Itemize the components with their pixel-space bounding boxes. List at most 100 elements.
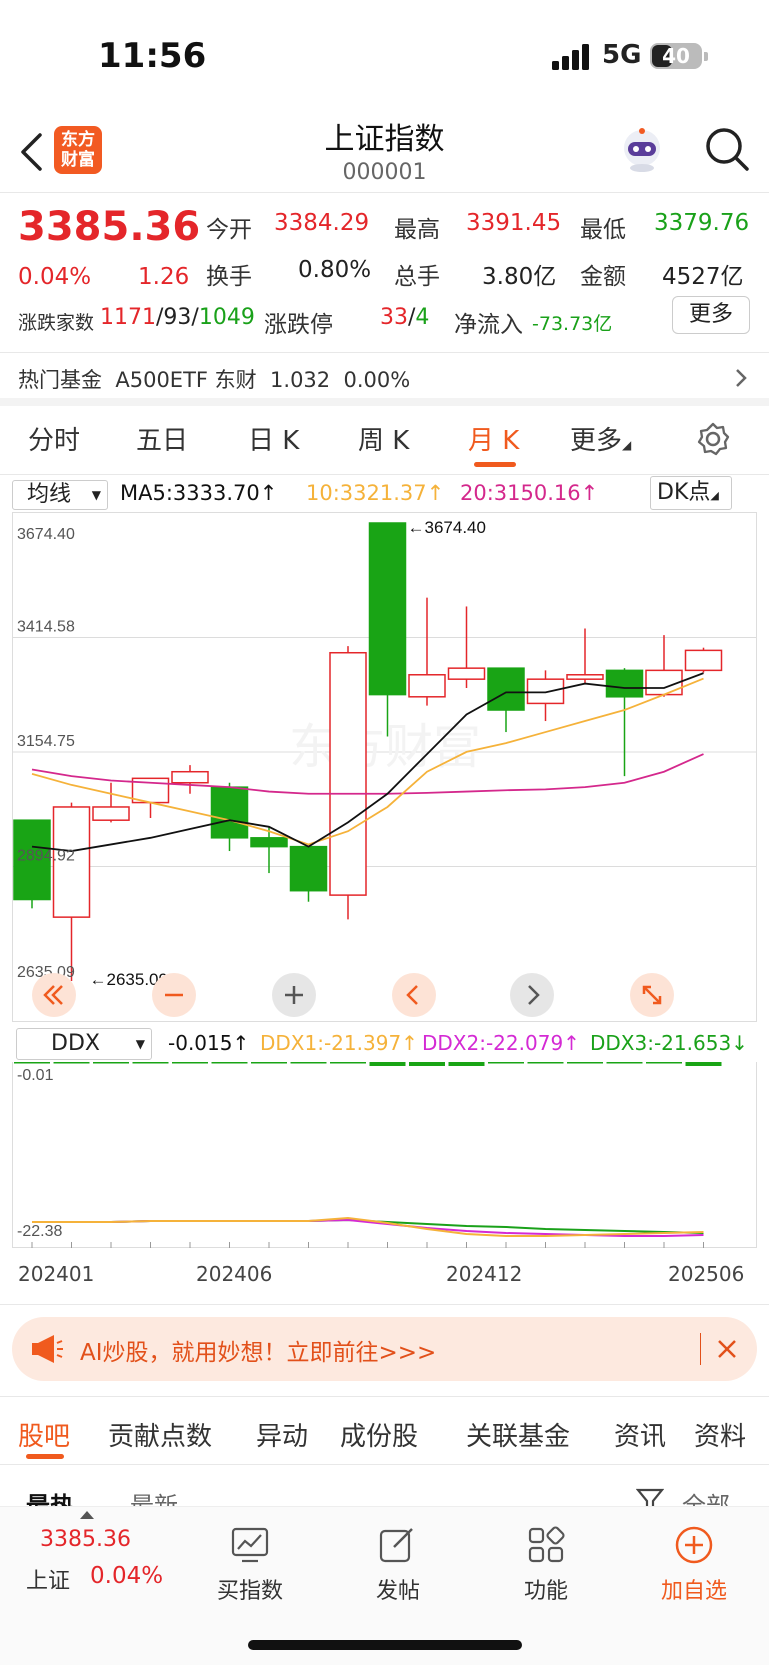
limit-label: 涨跌停 — [264, 312, 333, 338]
hot-fund-row[interactable]: 热门基金 A500ETF 东财 1.032 0.00% — [18, 364, 410, 394]
ma20-value: 20:3150.16↑ — [460, 481, 599, 505]
ddx-bar — [488, 1062, 524, 1064]
y-tick-label: 3414.58 — [17, 618, 75, 635]
header: 东方 财富 上证指数 000001 — [0, 110, 769, 192]
ai-promo-banner[interactable]: AI炒股，就用妙想！立即前往>>> — [12, 1317, 757, 1381]
tab-related-funds[interactable]: 关联基金 — [466, 1416, 570, 1453]
battery-icon: 40 — [650, 43, 702, 69]
status-bar: 11:56 5G 40 — [0, 0, 769, 110]
ddx2-value: DDX2:-22.079↑ — [422, 1031, 580, 1055]
ddx-bar — [409, 1062, 445, 1066]
candle-body — [526, 678, 565, 705]
tab-constituents[interactable]: 成份股 — [340, 1416, 418, 1453]
banner-text: AI炒股，就用妙想！立即前往>>> — [80, 1340, 437, 1366]
y-tick-label: 2894.92 — [17, 847, 75, 864]
candle-body — [210, 786, 249, 839]
candle-body — [250, 837, 288, 848]
zoom-in-button[interactable] — [272, 973, 316, 1017]
ddx1-value: DDX1:-21.397↑ — [260, 1031, 418, 1055]
tab-profile[interactable]: 资料 — [694, 1416, 746, 1453]
candle-body — [368, 522, 407, 696]
more-button[interactable]: 更多 — [672, 296, 750, 334]
caret-up-icon — [80, 1511, 94, 1519]
chevron-left-icon — [406, 985, 418, 1005]
ma10-value: 10:3321.37↑ — [306, 481, 445, 505]
tab-five-day[interactable]: 五日 — [136, 420, 188, 457]
expand-icon — [642, 985, 662, 1005]
zoom-out-button[interactable] — [152, 973, 196, 1017]
ddx-svg: -0.01 -22.38 — [14, 1062, 722, 1248]
candle-body — [92, 806, 130, 821]
tab-more[interactable]: 更多◢ — [570, 420, 631, 457]
megaphone-icon — [32, 1335, 63, 1363]
plus-icon — [285, 986, 303, 1004]
ddx-chart[interactable]: -0.01 -22.38 — [12, 1062, 757, 1248]
double-chevron-left-icon — [43, 985, 63, 1005]
ddx-bar — [211, 1062, 248, 1064]
tab-guba[interactable]: 股吧 — [18, 1416, 70, 1453]
tab-monthly-k[interactable]: 月 K — [468, 420, 519, 457]
change-pct: 0.04% — [18, 264, 92, 290]
ddx-bar — [527, 1062, 564, 1064]
kline-svg: 东方财富3674.403414.583154.752894.922635.09←… — [13, 518, 756, 989]
tab-daily-k[interactable]: 日 K — [248, 420, 299, 457]
x-label: 202506 — [668, 1262, 745, 1286]
scroll-left-button[interactable] — [392, 973, 436, 1017]
y-tick-label: 3154.75 — [17, 733, 75, 750]
ddx-bar — [290, 1062, 327, 1064]
amount-label: 金额 — [580, 264, 626, 290]
kline-chart[interactable]: 东方财富 3674.40 3414.58 3154.75 2894.92 2635.09 ←… — [12, 512, 757, 1022]
candle-body — [566, 674, 604, 680]
tab-anomaly[interactable]: 异动 — [256, 1416, 308, 1453]
breadth-label: 涨跌家数 — [18, 312, 95, 334]
clock: 11:56 — [98, 36, 207, 76]
low-value: 3379.76 — [654, 210, 750, 236]
x-label: 202406 — [196, 1262, 273, 1286]
max-marker: ←3674.40 — [408, 518, 486, 537]
ddx-select[interactable]: DDX ▼ — [16, 1028, 152, 1060]
x-label: 202412 — [446, 1262, 523, 1286]
ddx-bar — [685, 1062, 722, 1066]
ddx3-value: DDX3:-21.653↓ — [590, 1031, 748, 1055]
open-label: 今开 — [206, 217, 252, 243]
candle-body — [605, 669, 644, 698]
indicator-select[interactable]: 均线 ▼ — [12, 480, 108, 510]
ddx-bar — [93, 1062, 129, 1064]
dk-point-button[interactable]: DK点◢ — [650, 476, 732, 510]
ai-robot-icon[interactable] — [618, 126, 666, 174]
ddx-bar — [53, 1062, 90, 1064]
candle-body — [684, 649, 723, 672]
tab-intraday[interactable]: 分时 — [28, 420, 80, 457]
close-icon[interactable] — [716, 1338, 738, 1360]
search-icon[interactable] — [704, 126, 750, 172]
ddx-top-label: -0.01 — [17, 1067, 54, 1084]
breadth-values: 1171/93/1049 — [100, 305, 255, 330]
low-label: 最低 — [580, 217, 626, 243]
active-tab-indicator — [26, 1454, 64, 1459]
turnover-value: 0.80% — [298, 257, 372, 283]
turnover-label: 换手 — [206, 264, 252, 290]
volume-label: 总手 — [394, 264, 440, 290]
tab-news[interactable]: 资讯 — [614, 1416, 666, 1453]
candle-body — [408, 674, 446, 698]
current-price: 3385.36 — [18, 204, 201, 250]
tab-contribution[interactable]: 贡献点数 — [108, 1416, 212, 1453]
settings-gear-icon[interactable] — [696, 422, 730, 456]
ddx1-line — [32, 1216, 704, 1237]
ddx-bar — [646, 1062, 682, 1064]
volume-value: 3.80亿 — [482, 264, 557, 290]
scroll-right-button[interactable] — [510, 973, 554, 1017]
home-indicator — [248, 1640, 522, 1650]
x-label: 202401 — [18, 1262, 95, 1286]
trend-chart-icon — [231, 1527, 269, 1563]
chevron-right-icon[interactable] — [734, 367, 748, 389]
ddx-bar — [330, 1062, 366, 1064]
cellular-signal-icon — [552, 44, 589, 70]
chevron-right-icon — [528, 985, 540, 1005]
candle-body — [289, 845, 328, 892]
tab-weekly-k[interactable]: 周 K — [358, 420, 409, 457]
ddx-bottom-label: -22.38 — [17, 1223, 62, 1240]
scroll-left-fast-button[interactable] — [32, 973, 76, 1017]
ddx-value: -0.015↑ — [168, 1031, 250, 1055]
fullscreen-button[interactable] — [630, 973, 674, 1017]
